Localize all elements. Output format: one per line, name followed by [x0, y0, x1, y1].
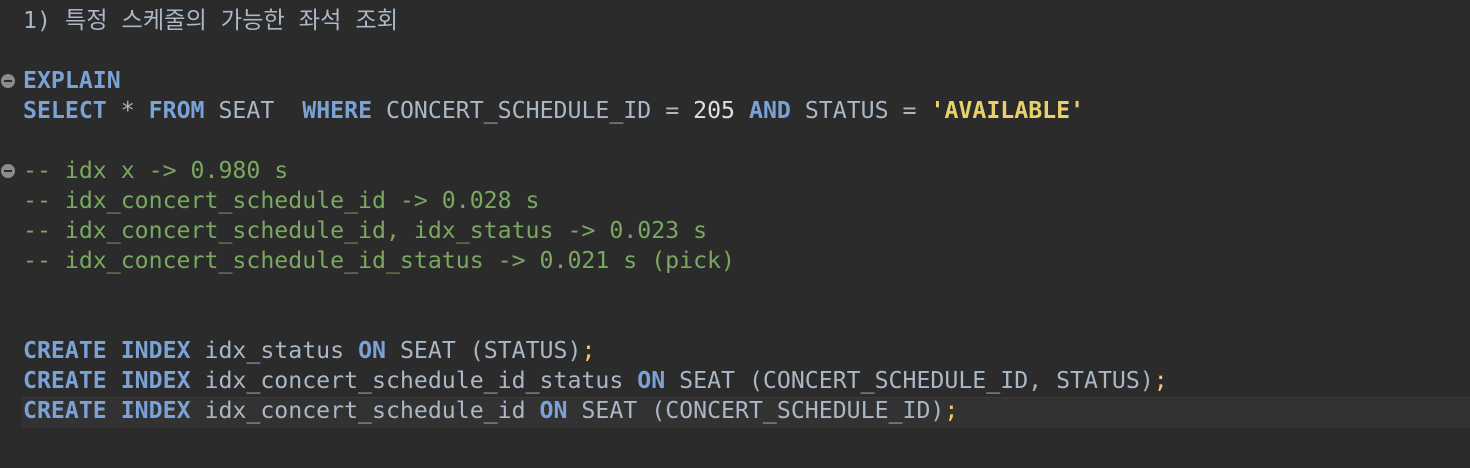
- create-keyword: CREATE: [23, 337, 107, 364]
- from-keyword: FROM: [148, 97, 205, 124]
- where-keyword: WHERE: [302, 97, 373, 124]
- explain-keyword: EXPLAIN: [23, 67, 121, 94]
- on-keyword: ON: [358, 337, 386, 364]
- create-index-statement: CREATE INDEX idx_status ON SEAT (STATUS)…: [23, 336, 595, 366]
- create-keyword: CREATE: [23, 367, 107, 394]
- table-name: SEAT: [204, 97, 303, 124]
- index-keyword: INDEX: [106, 397, 191, 424]
- select-star: *: [106, 97, 149, 124]
- comment-text: -- idx_concert_schedule_id -> 0.028 s: [23, 187, 540, 214]
- semicolon: ;: [944, 397, 959, 424]
- heading-note-text: 1) 특정 스케줄의 가능한 좌석 조회: [23, 7, 399, 34]
- editor-line-comment[interactable]: -- idx x -> 0.980 s: [0, 156, 1470, 186]
- create-index-statement: CREATE INDEX idx_concert_schedule_id ON …: [23, 396, 958, 426]
- numeric-literal: 205: [693, 97, 736, 124]
- on-keyword: ON: [539, 397, 568, 424]
- editor-line-explain[interactable]: EXPLAIN: [0, 66, 1470, 96]
- string-literal: 'AVAILABLE': [930, 97, 1085, 124]
- editor-line-comment[interactable]: -- idx_concert_schedule_id_status -> 0.0…: [0, 246, 1470, 276]
- semicolon: ;: [581, 337, 596, 364]
- editor-line-comment[interactable]: -- idx_concert_schedule_id, idx_status -…: [0, 216, 1470, 246]
- index-name: idx_concert_schedule_id_status: [190, 367, 638, 394]
- editor-line-create-index[interactable]: CREATE INDEX idx_status ON SEAT (STATUS)…: [0, 336, 1470, 366]
- create-keyword: CREATE: [23, 397, 107, 424]
- condition-column-1: CONCERT_SCHEDULE_ID =: [372, 97, 694, 124]
- create-index-statement: CREATE INDEX idx_concert_schedule_id_sta…: [23, 366, 1168, 396]
- comment-text: -- idx_concert_schedule_id, idx_status -…: [23, 217, 708, 244]
- index-keyword: INDEX: [106, 337, 191, 364]
- code-editor[interactable]: 1) 특정 스케줄의 가능한 좌석 조회 EXPLAIN SELECT * FR…: [0, 0, 1470, 468]
- editor-line-heading[interactable]: 1) 특정 스케줄의 가능한 좌석 조회: [0, 6, 1470, 36]
- fold-collapse-icon[interactable]: [1, 164, 15, 178]
- index-name: idx_status: [190, 337, 359, 364]
- comment-text: -- idx x -> 0.980 s: [23, 157, 289, 184]
- editor-line-create-index[interactable]: CREATE INDEX idx_concert_schedule_id_sta…: [0, 366, 1470, 396]
- fold-collapse-icon[interactable]: [1, 74, 15, 88]
- index-name: idx_concert_schedule_id: [190, 397, 540, 424]
- select-keyword: SELECT: [23, 97, 107, 124]
- editor-line-select[interactable]: SELECT * FROM SEAT WHERE CONCERT_SCHEDUL…: [0, 96, 1470, 126]
- index-target: SEAT (CONCERT_SCHEDULE_ID): [567, 397, 945, 424]
- editor-line-create-index-current[interactable]: CREATE INDEX idx_concert_schedule_id ON …: [0, 396, 1470, 426]
- index-target: SEAT (CONCERT_SCHEDULE_ID, STATUS): [665, 367, 1154, 394]
- comment-text: -- idx_concert_schedule_id_status -> 0.0…: [23, 247, 735, 274]
- semicolon: ;: [1153, 367, 1168, 394]
- on-keyword: ON: [637, 367, 666, 394]
- select-statement: SELECT * FROM SEAT WHERE CONCERT_SCHEDUL…: [23, 96, 1084, 126]
- condition-column-2: STATUS =: [790, 97, 931, 124]
- index-keyword: INDEX: [106, 367, 191, 394]
- editor-line-comment[interactable]: -- idx_concert_schedule_id -> 0.028 s: [0, 186, 1470, 216]
- and-keyword: AND: [735, 97, 791, 124]
- index-target: SEAT (STATUS): [385, 337, 582, 364]
